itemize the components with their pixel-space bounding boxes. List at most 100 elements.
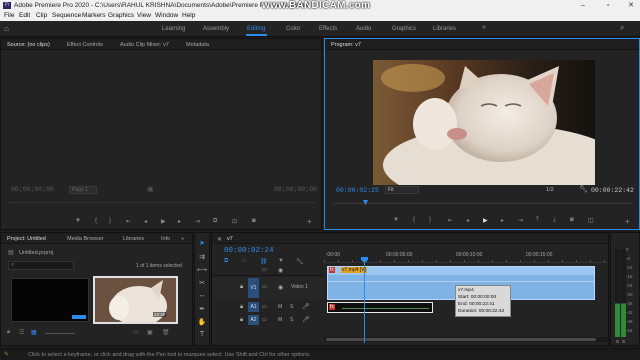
menu-sequence[interactable]: Sequence	[52, 12, 81, 19]
menu-graphics[interactable]: Graphics	[108, 12, 134, 19]
workspace-audio[interactable]: Audio	[356, 26, 371, 32]
export-frame-icon[interactable]: ◙	[252, 218, 256, 224]
slip-tool-icon[interactable]: ↔	[197, 292, 207, 299]
home-icon[interactable]: ⌂	[4, 24, 9, 33]
menu-file[interactable]: File	[4, 12, 14, 19]
minimize-button[interactable]: –	[578, 1, 588, 10]
toggle-sync-icon[interactable]: ▭	[262, 267, 267, 273]
new-bin-icon[interactable]: ▭	[133, 329, 139, 336]
go-to-out-icon[interactable]: ⇥	[195, 218, 200, 225]
marker-icon[interactable]: ▼	[75, 218, 81, 224]
microphone-icon[interactable]: 🎤︎	[302, 316, 310, 323]
eye-icon[interactable]: ◉	[278, 267, 283, 274]
track-target-a1[interactable]: A1	[248, 302, 259, 312]
selection-tool-icon[interactable]: ➤	[197, 239, 207, 247]
icon-view-icon[interactable]: ▦	[31, 329, 37, 336]
tab-effect-controls[interactable]: Effect Controls	[67, 42, 103, 48]
wrench-icon[interactable]: 🔧︎	[579, 185, 588, 193]
toggle-sync-icon[interactable]: ▭	[262, 317, 267, 323]
workspace-color[interactable]: Color	[286, 26, 300, 32]
add-button-icon[interactable]: +	[307, 217, 312, 226]
resolution-dropdown[interactable]: 1/2	[546, 187, 554, 193]
zoom-slider[interactable]	[45, 333, 75, 334]
add-marker-icon[interactable]: ▼	[278, 258, 284, 264]
add-button-icon[interactable]: +	[625, 217, 630, 226]
solo-button[interactable]: S	[290, 317, 293, 323]
program-playhead-timecode[interactable]: 00:00:02:25	[336, 187, 379, 194]
insert-icon[interactable]: ⧉	[213, 218, 217, 225]
timeline-timecode[interactable]: 00:00:02:24	[224, 247, 274, 255]
nest-icon[interactable]: ⧉	[224, 258, 228, 265]
menu-window[interactable]: Window	[155, 12, 178, 19]
workspace-effects[interactable]: Effects	[319, 26, 337, 32]
program-playhead[interactable]	[363, 200, 368, 205]
menu-view[interactable]: View	[137, 12, 151, 19]
lock-icon[interactable]: 🔒︎	[240, 284, 243, 291]
step-forward-icon[interactable]: ▸	[178, 218, 181, 225]
mark-in-icon[interactable]: {	[413, 217, 415, 223]
lock-icon[interactable]: 🔒︎	[240, 304, 243, 311]
lock-icon[interactable]: 🔒︎	[240, 317, 243, 324]
sequence-thumbnail[interactable]	[11, 278, 89, 322]
toggle-sync-icon[interactable]: ▭	[262, 304, 267, 310]
tab-sequence-v7[interactable]: v7	[227, 236, 233, 242]
type-tool-icon[interactable]: T	[197, 331, 207, 338]
scrollbar-thumb[interactable]	[326, 338, 596, 341]
timeline-scrollbar[interactable]	[324, 337, 608, 342]
mark-out-icon[interactable]: }	[109, 218, 111, 224]
settings-icon[interactable]: ▣	[147, 185, 154, 193]
step-back-icon[interactable]: ◂	[466, 217, 469, 224]
trash-icon[interactable]: 🗑︎	[162, 329, 170, 336]
lift-icon[interactable]: ⤒	[536, 217, 539, 224]
track-target-v1[interactable]: V1	[248, 278, 259, 298]
mute-button[interactable]: M	[278, 317, 282, 323]
play-icon[interactable]: ▶	[161, 218, 166, 225]
pen-tool-icon[interactable]: ✒	[197, 305, 207, 313]
extract-icon[interactable]: ⤓	[553, 217, 556, 224]
toggle-sync-icon[interactable]: ▭	[262, 284, 267, 290]
source-scrubber[interactable]	[9, 202, 315, 203]
more-panels-icon[interactable]: »	[181, 236, 184, 242]
mark-in-icon[interactable]: {	[95, 218, 97, 224]
list-view-icon[interactable]: ☰	[19, 329, 24, 336]
maximize-button[interactable]: ▫	[603, 1, 613, 10]
tab-metadata[interactable]: Metadata	[186, 42, 209, 48]
meter-solo-left[interactable]: S	[616, 339, 619, 344]
more-workspaces-icon[interactable]: »	[482, 24, 486, 31]
ripple-edit-tool-icon[interactable]: ⟷	[197, 266, 207, 274]
tab-source[interactable]: Source: (no clips)	[7, 42, 50, 48]
go-to-in-icon[interactable]: ⇤	[448, 217, 453, 224]
mark-out-icon[interactable]: }	[429, 217, 431, 223]
workspace-editing[interactable]: Editing	[247, 26, 265, 32]
linked-selection-icon[interactable]: ⛓︎	[260, 258, 268, 265]
opacity-keyline[interactable]	[328, 281, 594, 282]
project-search-input[interactable]: ⌕	[8, 261, 74, 270]
tab-libraries[interactable]: Libraries	[123, 236, 144, 242]
new-item-icon[interactable]: ▣	[147, 329, 153, 336]
workspace-graphics[interactable]: Graphics	[392, 26, 416, 32]
tab-info[interactable]: Info	[161, 236, 170, 242]
menu-help[interactable]: Help	[182, 12, 195, 19]
solo-button[interactable]: S	[290, 304, 293, 310]
meter-solo-right[interactable]: S	[622, 339, 625, 344]
hand-tool-icon[interactable]: ✋	[197, 318, 207, 326]
workspace-assembly[interactable]: Assembly	[203, 26, 229, 32]
tab-program[interactable]: Program: v7	[331, 42, 361, 48]
fit-dropdown[interactable]: Fit	[385, 186, 419, 194]
eye-icon[interactable]: ◉	[278, 284, 283, 291]
go-to-out-icon[interactable]: ⇥	[518, 217, 523, 224]
tab-media-browser[interactable]: Media Browser	[67, 236, 104, 242]
menu-clip[interactable]: Clip	[36, 12, 47, 19]
search-icon[interactable]: ⌕	[620, 23, 624, 33]
menu-edit[interactable]: Edit	[19, 12, 30, 19]
workspace-libraries[interactable]: Libraries	[433, 26, 456, 32]
lock-icon[interactable]: 🔒︎	[7, 329, 10, 336]
close-button[interactable]: ✕	[626, 1, 636, 10]
play-icon[interactable]: ▶	[483, 217, 488, 224]
menu-markers[interactable]: Markers	[82, 12, 105, 19]
microphone-icon[interactable]: 🎤︎	[302, 303, 310, 310]
tab-project[interactable]: Project: Untitled	[7, 236, 46, 242]
comparison-view-icon[interactable]: ◫	[588, 217, 594, 224]
timeline-settings-icon[interactable]: 🔧︎	[296, 258, 304, 265]
overwrite-icon[interactable]: ⊡	[232, 218, 237, 225]
